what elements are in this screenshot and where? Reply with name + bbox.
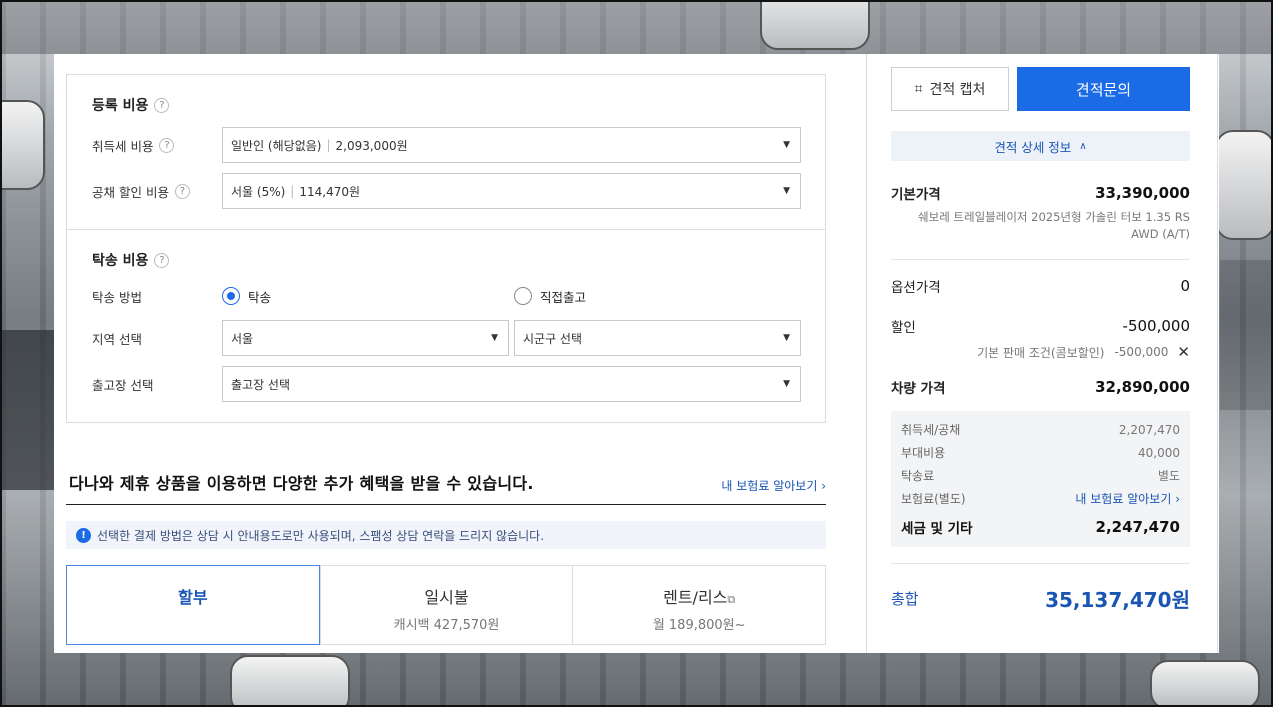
- tax-row: 탁송료 별도: [901, 469, 1180, 483]
- external-link-icon: ⧉: [727, 593, 736, 606]
- dropdown-arrow-icon: ▼: [783, 140, 790, 150]
- total-row: 총합 35,137,470원: [891, 563, 1190, 613]
- detail-toggle[interactable]: 견적 상세 정보 ∧: [891, 131, 1190, 161]
- help-icon[interactable]: ?: [174, 183, 190, 199]
- tax-total-row: 세금 및 기타 2,247,470: [901, 518, 1180, 537]
- capture-button[interactable]: ⌗ 견적 캡처: [891, 67, 1009, 111]
- base-price-row: 기본가격 33,390,000: [891, 184, 1190, 203]
- chevron-right-icon: ›: [821, 479, 826, 493]
- district-select[interactable]: 시군구 선택 ▼: [514, 320, 801, 356]
- bond-discount-label: 공채 할인 비용 ?: [92, 182, 222, 201]
- dropdown-arrow-icon: ▼: [783, 379, 790, 389]
- tab-installment[interactable]: 할부: [66, 565, 320, 645]
- acquisition-tax-select[interactable]: 일반인 (해당없음) | 2,093,000원 ▼: [222, 127, 801, 163]
- tax-row: 부대비용 40,000: [901, 445, 1180, 461]
- dropdown-arrow-icon: ▼: [491, 333, 498, 343]
- crop-icon: ⌗: [914, 81, 923, 97]
- tax-row: 보험료(별도) 내 보험료 알아보기 ›: [901, 490, 1180, 507]
- estimate-panel: 등록 비용 ? 취득세 비용 ? 일반인 (해당없음) | 2,093,000원…: [54, 54, 1219, 653]
- dropdown-arrow-icon: ▼: [783, 333, 790, 343]
- cost-card: 등록 비용 ? 취득세 비용 ? 일반인 (해당없음) | 2,093,000원…: [66, 74, 826, 423]
- discount-item: 기본 판매 조건(콤보할인) -500,000 ✕: [977, 343, 1190, 361]
- region-label: 지역 선택: [92, 331, 142, 347]
- acquisition-tax-label: 취득세 비용 ?: [92, 136, 222, 155]
- tax-box: 취득세/공채 2,207,470 부대비용 40,000 탁송료 별도 보험료(…: [891, 411, 1190, 547]
- insurance-link[interactable]: 내 보험료 알아보기 ›: [721, 477, 826, 494]
- tab-lump-sum[interactable]: 일시불 캐시백 427,570원: [319, 566, 573, 644]
- privacy-notice: ! 선택한 결제 방법은 상담 시 안내용도로만 사용되며, 스팸성 상담 연락…: [66, 521, 826, 549]
- chevron-up-icon: ∧: [1079, 140, 1087, 152]
- radio-direct-pickup[interactable]: 직접출고: [514, 287, 586, 306]
- discount-row: 할인 -500,000: [891, 317, 1190, 336]
- option-price-row: 옵션가격 0: [891, 277, 1190, 296]
- promo-headline: 다나와 제휴 상품을 이용하면 다양한 추가 혜택을 받을 수 있습니다.: [69, 474, 534, 493]
- radio-selected-icon[interactable]: [222, 287, 240, 305]
- payment-tabs: 할부 일시불 캐시백 427,570원 렌트/리스⧉ 월 189,800원~: [66, 565, 826, 645]
- dropdown-arrow-icon: ▼: [783, 186, 790, 196]
- info-icon: !: [76, 527, 91, 543]
- registration-section: 등록 비용 ? 취득세 비용 ? 일반인 (해당없음) | 2,093,000원…: [67, 75, 825, 229]
- chevron-right-icon: ›: [1175, 492, 1180, 506]
- delivery-method-label: 탁송 방법: [92, 289, 142, 305]
- help-icon[interactable]: ?: [159, 137, 175, 153]
- radio-delivery[interactable]: 탁송: [222, 287, 514, 306]
- registration-title: 등록 비용 ?: [92, 95, 801, 115]
- promo-header: 다나와 제휴 상품을 이용하면 다양한 추가 혜택을 받을 수 있습니다. 내 …: [66, 471, 826, 505]
- insurance-link[interactable]: 내 보험료 알아보기 ›: [1075, 490, 1180, 507]
- delivery-section: 탁송 비용 ? 탁송 방법 탁송 직접출고 지역 선택 서울 ▼ 시군구 선택 …: [67, 229, 825, 422]
- tax-row: 취득세/공채 2,207,470: [901, 422, 1180, 438]
- tab-rent-lease[interactable]: 렌트/리스⧉ 월 189,800원~: [572, 566, 825, 644]
- divider: [891, 259, 1190, 260]
- help-icon[interactable]: ?: [154, 252, 170, 268]
- inquiry-button[interactable]: 견적문의: [1017, 67, 1190, 111]
- cost-settings: 등록 비용 ? 취득세 비용 ? 일반인 (해당없음) | 2,093,000원…: [66, 74, 826, 645]
- region-select[interactable]: 서울 ▼: [222, 320, 509, 356]
- vehicle-price-row: 차량 가격 32,890,000: [891, 378, 1190, 397]
- bond-discount-select[interactable]: 서울 (5%) | 114,470원 ▼: [222, 173, 801, 209]
- model-description: 쉐보레 트레일블레이저 2025년형 가솔린 터보 1.35 RS AWD (A…: [918, 210, 1190, 241]
- delivery-title: 탁송 비용 ?: [92, 250, 801, 270]
- total-amount: 35,137,470원: [1045, 588, 1190, 612]
- depot-select[interactable]: 출고장 선택 ▼: [222, 366, 801, 402]
- help-icon[interactable]: ?: [154, 97, 170, 113]
- estimate-summary: ⌗ 견적 캡처 견적문의 견적 상세 정보 ∧ 기본가격 33,390,000 …: [866, 54, 1218, 653]
- close-icon[interactable]: ✕: [1177, 343, 1190, 361]
- radio-unselected-icon[interactable]: [514, 287, 532, 305]
- depot-label: 출고장 선택: [92, 377, 154, 393]
